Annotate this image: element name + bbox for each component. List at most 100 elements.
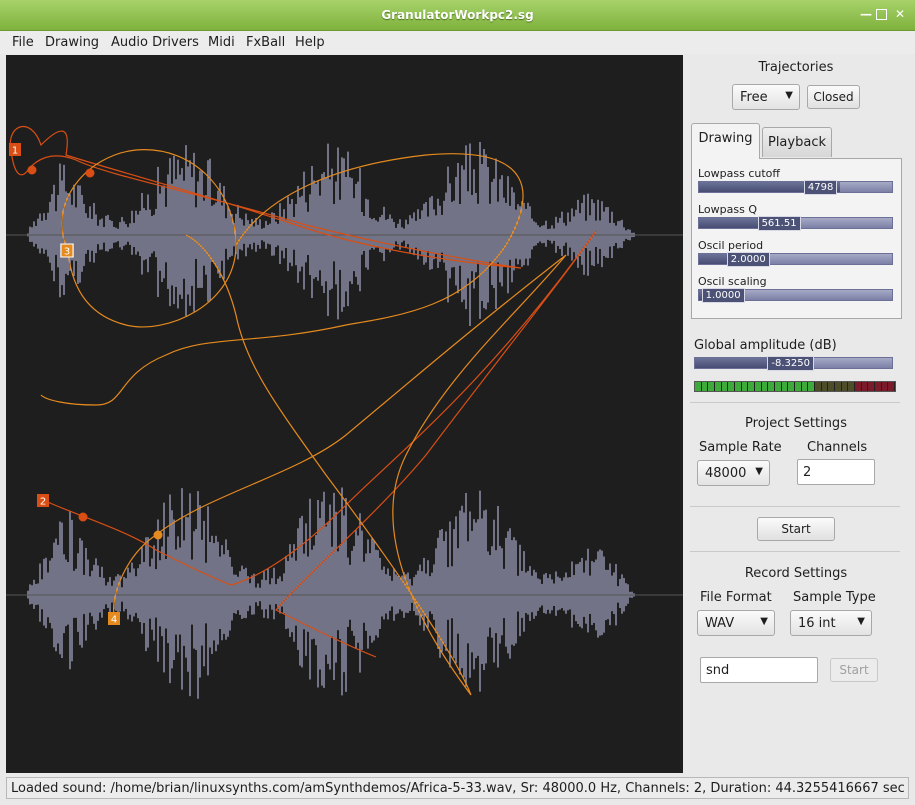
meter-segment [861,382,868,391]
meter-segment [835,382,841,391]
drawing-canvas[interactable]: 1 2 3 4 [6,55,683,773]
meter-segment [828,382,835,391]
oscil-scaling-slider[interactable]: 1.0000 [698,288,893,303]
meter-segment [788,382,795,391]
control-panel: Trajectories Free ▼ Closed Drawing Playb… [688,55,908,773]
slider-label-oscil-scaling: Oscil scaling [698,275,767,288]
meter-segment [841,382,848,391]
menu-audio-drivers[interactable]: Audio Drivers [111,35,199,50]
level-meter [694,381,896,392]
trajectory-mode-select[interactable]: Free ▼ [732,84,800,110]
tab-drawing[interactable]: Drawing [691,123,760,159]
slider-value: -8.3250 [767,356,814,371]
trajectory-mode-value: Free [740,90,768,105]
meter-segment [748,382,755,391]
meter-segment [855,382,861,391]
record-settings-title: Record Settings [744,566,848,581]
meter-segment [808,382,815,391]
chevron-down-icon: ▼ [857,616,865,627]
divider [690,402,900,403]
menu-help[interactable]: Help [295,35,325,50]
project-start-button[interactable]: Start [757,517,835,541]
minimize-icon[interactable]: — [859,7,873,21]
trajectory-3-label: 3 [64,247,70,258]
meter-segment [795,382,801,391]
project-settings-title: Project Settings [745,416,847,431]
global-amplitude-label: Global amplitude (dB) [694,338,837,353]
trajectories-title: Trajectories [758,60,834,75]
menu-drawing[interactable]: Drawing [45,35,99,50]
drawing-tab-panel: Lowpass cutoff 4798 Lowpass Q 561.51 Osc… [691,158,902,319]
file-format-label: File Format [700,590,772,605]
sample-rate-value: 48000 [705,466,747,481]
meter-segment [735,382,741,391]
record-start-button[interactable]: Start [830,658,878,682]
meter-segment [801,382,808,391]
divider [690,551,900,552]
meter-segment [721,382,728,391]
meter-segment [781,382,788,391]
meter-segment [815,382,821,391]
trajectory-2-label: 2 [40,497,46,508]
waveform-channel-1 [27,142,635,327]
slider-label-lowpass-q: Lowpass Q [698,203,758,216]
chevron-down-icon: ▼ [760,616,768,627]
meter-segment [875,382,881,391]
meter-segment [868,382,875,391]
menu-midi[interactable]: Midi [208,35,235,50]
global-amplitude-slider[interactable]: -8.3250 [694,356,893,371]
lowpass-q-slider[interactable]: 561.51 [698,216,893,231]
window-title: GranulatorWorkpc2.sg [381,8,534,22]
maximize-icon[interactable] [876,9,887,20]
trajectory-2-point [78,512,88,522]
channels-input[interactable]: 2 [797,459,875,485]
trajectory-3-path [40,149,524,406]
tab-playback[interactable]: Playback [762,127,832,157]
menu-fxball[interactable]: FxBall [246,35,285,50]
status-bar: Loaded sound: /home/brian/linuxsynths.co… [6,777,909,799]
sample-type-value: 16 int [798,616,836,631]
meter-segment [728,382,735,391]
trajectory-1-label: 1 [12,146,18,157]
waveform-channel-2 [27,487,635,699]
close-icon[interactable]: ✕ [893,7,907,21]
title-bar: GranulatorWorkpc2.sg — ✕ [0,0,915,31]
meter-segment [755,382,761,391]
meter-segment [821,382,828,391]
trajectory-1-point [27,165,37,175]
slider-value: 2.0000 [726,252,770,267]
meter-segment [708,382,715,391]
slider-value: 4798 [803,180,838,195]
slider-label-oscil-period: Oscil period [698,239,764,252]
meter-segment [701,382,708,391]
divider [690,506,900,507]
meter-segment [715,382,721,391]
oscil-period-slider[interactable]: 2.0000 [698,252,893,267]
file-format-value: WAV [705,616,735,631]
meter-segment [888,382,895,391]
lowpass-cutoff-slider[interactable]: 4798 [698,180,893,195]
waveform-svg: 1 2 3 4 [6,126,683,699]
trajectory-4-label: 4 [111,615,117,626]
menu-bar: File Drawing Audio Drivers Midi FxBall H… [0,31,915,54]
trajectory-1-point [85,168,95,178]
trajectory-4-point [153,530,163,540]
closed-button[interactable]: Closed [807,85,860,109]
meter-segment [848,382,855,391]
sample-type-select[interactable]: 16 int ▼ [790,610,872,636]
slider-value: 1.0000 [701,288,745,303]
chevron-down-icon: ▼ [755,466,763,477]
meter-segment [775,382,781,391]
meter-segment [741,382,748,391]
slider-label-lowpass-cutoff: Lowpass cutoff [698,167,780,180]
chevron-down-icon: ▼ [785,90,793,101]
menu-file[interactable]: File [12,35,34,50]
meter-segment [695,382,701,391]
meter-segment [881,382,888,391]
record-filename-input[interactable]: snd [700,657,818,683]
slider-value: 561.51 [757,216,801,231]
meter-segment [768,382,775,391]
sample-rate-select[interactable]: 48000 ▼ [697,460,770,486]
channels-label: Channels [807,440,868,455]
file-format-select[interactable]: WAV ▼ [697,610,775,636]
